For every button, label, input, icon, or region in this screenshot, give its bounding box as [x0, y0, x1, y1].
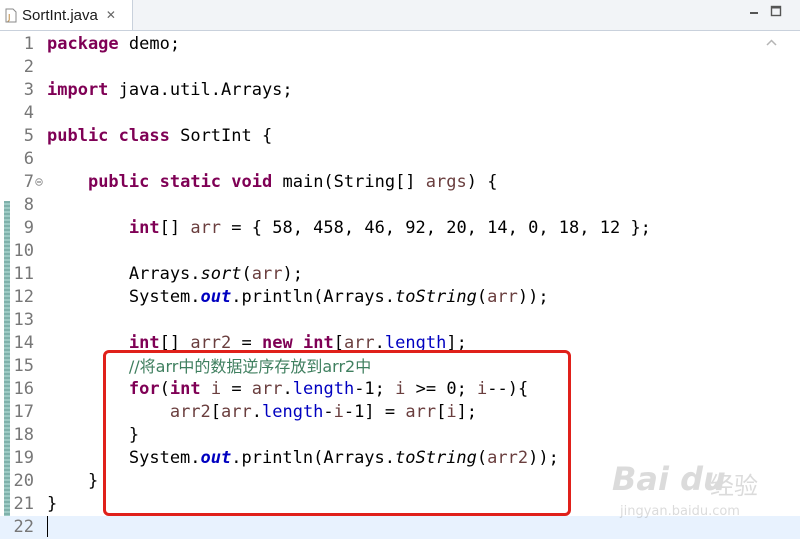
code-line[interactable]: 12 System.out.println(Arrays.toString(ar… [0, 286, 800, 309]
code-token: toString [395, 287, 477, 307]
code-token: java.util.Arrays; [108, 80, 293, 100]
code-token: package [47, 34, 119, 54]
code-token: ( [241, 264, 252, 284]
watermark-logo: Bai du [612, 460, 726, 498]
code-line[interactable]: 4 [0, 102, 800, 125]
code-token: demo; [118, 34, 181, 54]
code-line[interactable]: 7 public static void main(String[] args)… [0, 171, 800, 194]
code-line[interactable]: 2 [0, 56, 800, 79]
editor-tab-bar: J SortInt.java ✕ [0, 0, 800, 31]
code-token: int [128, 218, 160, 238]
minimize-icon[interactable] [747, 4, 761, 18]
line-number: 13 [13, 310, 34, 330]
code-text: Arrays.sort(arr); [47, 263, 303, 286]
code-token: public [87, 172, 150, 192]
tab-sortint-java[interactable]: J SortInt.java ✕ [0, 0, 133, 30]
code-text: } [47, 493, 57, 516]
code-token: args [425, 172, 467, 192]
code-line[interactable]: 13 [0, 309, 800, 332]
code-token: System. [47, 287, 201, 307]
code-token: )); [517, 287, 549, 307]
code-token: static [159, 172, 222, 192]
code-line[interactable]: 10 [0, 240, 800, 263]
code-token: void [231, 172, 273, 192]
maximize-icon[interactable] [769, 4, 783, 18]
tab-label: SortInt.java [22, 6, 98, 24]
code-token: SortInt { [169, 126, 273, 146]
line-number: 9 [23, 218, 34, 238]
line-number: 3 [23, 80, 34, 100]
code-line[interactable]: 9 int[] arr = { 58, 458, 46, 92, 20, 14,… [0, 217, 800, 240]
code-token: arr [487, 287, 518, 307]
code-text: package demo; [47, 33, 180, 56]
code-token: arr [190, 218, 222, 238]
close-icon[interactable]: ✕ [106, 8, 116, 22]
code-token: class [118, 126, 170, 146]
code-text: int[] arr = { 58, 458, 46, 92, 20, 14, 0… [47, 217, 651, 240]
code-text: import java.util.Arrays; [47, 79, 293, 102]
line-number: 19 [13, 448, 34, 468]
baidu-watermark: Bai du 经验 jingyan.baidu.com [612, 460, 762, 522]
line-number: 15 [13, 356, 34, 376]
code-token: } [47, 494, 58, 514]
line-number: 1 [23, 34, 34, 54]
line-number: 6 [23, 149, 34, 169]
code-token: [] [159, 218, 191, 238]
code-line[interactable]: 6 [0, 148, 800, 171]
code-line[interactable]: 1 package demo; [0, 33, 800, 56]
line-number: 4 [23, 103, 34, 123]
code-token: out [200, 287, 232, 307]
java-file-icon: J [5, 8, 17, 22]
line-number: 8 [23, 195, 34, 215]
code-text: } [47, 470, 98, 493]
watermark-cn: 经验 [710, 472, 758, 500]
line-number: 2 [23, 57, 34, 77]
code-line[interactable]: 11 Arrays.sort(arr); [0, 263, 800, 286]
watermark-url: jingyan.baidu.com [620, 504, 740, 519]
code-token: } [47, 471, 99, 491]
line-number: 14 [13, 333, 34, 353]
line-number: 18 [13, 425, 34, 445]
fold-toggle-icon[interactable] [35, 178, 43, 186]
code-token: .println(Arrays. [231, 287, 396, 307]
line-number: 7 [23, 172, 34, 192]
vertical-scrollbar[interactable] [763, 31, 780, 538]
code-token: ) { [466, 172, 498, 192]
code-line[interactable]: 8 [0, 194, 800, 217]
code-token: import [47, 80, 109, 100]
code-token: Arrays. [47, 264, 201, 284]
line-number: 22 [13, 517, 34, 537]
line-number: 17 [13, 402, 34, 422]
svg-text:J: J [7, 13, 10, 22]
line-number: 5 [23, 126, 34, 146]
line-number: 20 [13, 471, 34, 491]
code-token: ( [476, 287, 488, 307]
line-number: 16 [13, 379, 34, 399]
code-line[interactable]: 5 public class SortInt { [0, 125, 800, 148]
scroll-up-arrow-icon[interactable] [763, 36, 780, 50]
code-token: public [47, 126, 109, 146]
code-token: main(String[] [272, 172, 426, 192]
code-line[interactable]: 3 import java.util.Arrays; [0, 79, 800, 102]
line-number: 12 [13, 287, 34, 307]
code-token: ); [282, 264, 303, 284]
code-token: arr [251, 264, 283, 284]
highlight-box [103, 350, 571, 516]
line-number: 10 [13, 241, 34, 261]
code-text: public class SortInt { [47, 125, 272, 148]
code-text: public static void main(String[] args) { [47, 171, 498, 194]
line-number: 11 [13, 264, 34, 284]
code-token: sort [200, 264, 242, 284]
code-token: = { 58, 458, 46, 92, 20, 14, 0, 18, 12 }… [221, 218, 651, 238]
line-number: 21 [13, 494, 34, 514]
code-text: System.out.println(Arrays.toString(arr))… [47, 286, 549, 309]
text-caret [47, 516, 48, 537]
